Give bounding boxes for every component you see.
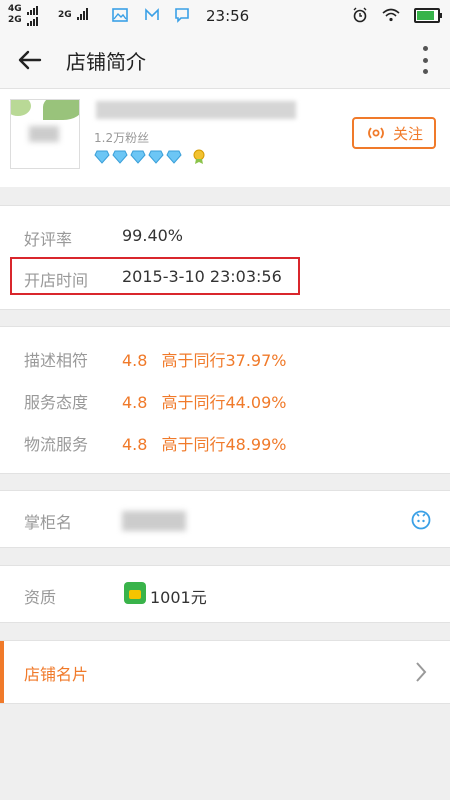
rating-score: 4.8 <box>122 351 148 370</box>
network-type-label: 2G <box>8 15 22 25</box>
network-type-label: 4G <box>8 4 22 14</box>
more-options-icon[interactable] <box>420 46 430 74</box>
qualification-row: 资质 1001元 <box>0 574 450 614</box>
network-type-label: 2G <box>58 10 72 20</box>
status-bar: 4G 2G 2G 23:56 <box>0 0 450 32</box>
qualification-card: 资质 1001元 <box>0 565 450 623</box>
signal-bars-icon <box>76 8 89 20</box>
rating-compare: 高于同行44.09% <box>161 393 287 412</box>
follow-button-label: 关注 <box>392 124 423 143</box>
rating-score: 4.8 <box>122 393 148 412</box>
signal-bars-icon <box>26 15 39 26</box>
rating-row: 描述相符 4.8 高于同行37.97% <box>0 337 450 377</box>
rating-row: 物流服务 4.8 高于同行48.99% <box>0 421 450 461</box>
medal-icon <box>193 149 205 164</box>
diamond-icon <box>130 150 146 164</box>
shop-card-label: 店铺名片 <box>24 665 89 684</box>
chevron-right-icon <box>416 662 427 682</box>
rating-score: 4.8 <box>122 435 148 454</box>
qualification-value: 1001元 <box>150 588 207 607</box>
fans-count: 1.2万粉丝 <box>94 131 150 145</box>
wifi-icon <box>382 8 400 22</box>
rating-compare: 高于同行48.99% <box>161 435 287 454</box>
signal-indicator: 4G 2G <box>8 4 39 26</box>
message-icon <box>175 8 189 23</box>
rating-label: 服务态度 <box>24 393 89 412</box>
signal-indicator-2: 2G <box>58 8 89 20</box>
shop-card-entry[interactable]: 店铺名片 <box>0 640 450 704</box>
battery-icon <box>414 7 442 23</box>
gallery-icon <box>112 8 128 22</box>
info-value: 99.40% <box>122 226 184 245</box>
deposit-bag-icon <box>124 582 146 604</box>
accent-bar <box>0 641 4 703</box>
diamond-icon <box>166 150 182 164</box>
highlight-box <box>10 257 300 295</box>
owner-row: 掌柜名 <box>0 499 450 539</box>
rating-label: 物流服务 <box>24 435 89 454</box>
owner-card: 掌柜名 <box>0 490 450 548</box>
page-title: 店铺简介 <box>66 50 146 74</box>
rating-compare: 高于同行37.97% <box>161 351 287 370</box>
shop-header: 1.2万粉丝 关注 <box>0 89 450 187</box>
diamond-icon <box>148 150 164 164</box>
info-row: 好评率 99.40% <box>0 216 450 256</box>
signal-bars-icon <box>26 4 39 15</box>
shop-level-diamonds <box>94 149 206 165</box>
follow-button[interactable]: 关注 <box>352 117 436 149</box>
clock: 23:56 <box>206 7 250 25</box>
shop-logo <box>10 99 80 169</box>
owner-label: 掌柜名 <box>24 513 73 532</box>
rating-row: 服务态度 4.8 高于同行44.09% <box>0 379 450 419</box>
alarm-icon <box>353 7 367 23</box>
app-toolbar: 店铺简介 <box>0 32 450 89</box>
diamond-icon <box>94 150 110 164</box>
ratings-card: 描述相符 4.8 高于同行37.97% 服务态度 4.8 高于同行44.09% 物流… <box>0 326 450 474</box>
diamond-icon <box>112 150 128 164</box>
info-label: 好评率 <box>24 230 73 249</box>
shop-name-redacted <box>96 101 296 119</box>
mail-icon <box>145 8 159 20</box>
broadcast-icon <box>368 127 384 139</box>
owner-name-redacted <box>122 511 186 531</box>
rating-label: 描述相符 <box>24 351 89 370</box>
chat-icon[interactable] <box>410 509 432 531</box>
qualification-label: 资质 <box>24 588 57 607</box>
back-arrow-icon[interactable] <box>14 44 46 76</box>
